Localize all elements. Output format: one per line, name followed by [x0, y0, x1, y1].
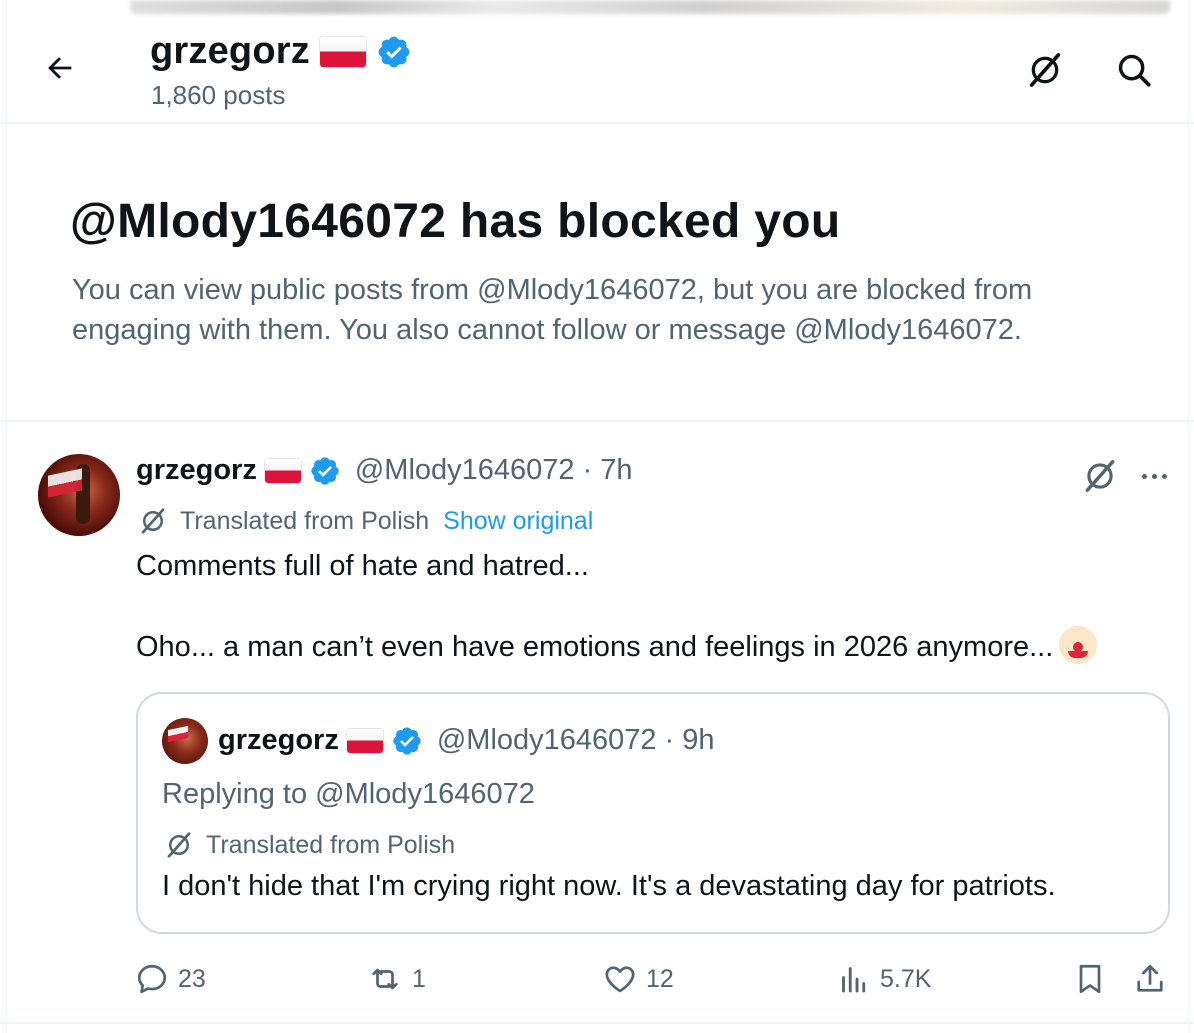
share-icon [1137, 964, 1163, 992]
more-dot-icon [1141, 473, 1147, 479]
post-actions: 23 1 12 5.7K [0, 954, 1194, 1004]
translate-icon [141, 508, 165, 534]
verified-badge-icon[interactable] [391, 725, 423, 757]
verified-badge-icon[interactable] [309, 455, 341, 487]
quoted-timestamp[interactable]: 9h [682, 724, 714, 757]
translate-button[interactable] [1020, 48, 1070, 92]
clown-face-icon [1059, 626, 1098, 664]
repost-button[interactable]: 1 [366, 954, 426, 1004]
post-handle[interactable]: @Mlody1646072 [355, 454, 575, 487]
quoted-translation-row: Translated from Polish [164, 830, 455, 860]
post-translate-button[interactable] [1078, 454, 1122, 498]
translate-icon [167, 832, 191, 858]
post-timestamp[interactable]: 7h [600, 454, 632, 487]
heart-icon [605, 966, 635, 993]
header-name-row: grzegorz [150, 30, 412, 73]
header-display-name: grzegorz [150, 30, 310, 72]
quoted-avatar[interactable] [162, 718, 208, 764]
views-button[interactable]: 5.7K [836, 954, 931, 1004]
quoted-handle[interactable]: @Mlody1646072 [437, 724, 657, 757]
like-button[interactable]: 12 [602, 954, 674, 1004]
search-icon [1118, 54, 1151, 87]
poland-flag-icon [346, 728, 383, 753]
translation-row: Translated from Polish Show original [138, 506, 593, 536]
back-button[interactable] [36, 48, 84, 88]
more-dot-icon [1161, 473, 1167, 479]
translate-icon [1085, 460, 1115, 492]
blocked-description: You can view public posts from @Mlody164… [72, 274, 1033, 346]
post-text-line: Comments full of hate and hatred... [136, 550, 589, 582]
post-text: Comments full of hate and hatred... Oho.… [136, 546, 1166, 667]
views-chart-icon [842, 967, 866, 993]
header-posts-count: 1,860 posts [151, 80, 286, 110]
like-count: 12 [646, 964, 674, 993]
views-count: 5.7K [880, 964, 932, 993]
repost-count: 1 [412, 964, 426, 993]
post-display-name[interactable]: grzegorz [136, 454, 257, 487]
blocked-title: @Mlody1646072 has blocked you [70, 195, 841, 248]
avatar[interactable] [38, 454, 120, 536]
poland-flag-icon [319, 36, 366, 67]
bookmark-icon [1079, 964, 1101, 994]
post-text-line-content: Oho... a man can’t even have emotions an… [136, 631, 1054, 663]
quoted-post[interactable]: grzegorz @Mlody1646072 · 9h Replying to … [136, 692, 1170, 934]
profile-header: grzegorz 1,860 posts [0, 0, 1194, 124]
replying-to: Replying to @Mlody1646072 [162, 778, 535, 810]
post[interactable]: grzegorz @Mlody1646072 · 7h Translated f… [0, 424, 1194, 1024]
share-button[interactable] [1132, 954, 1168, 1004]
timeline-right-border [1188, 0, 1189, 1033]
quoted-separator: · [664, 724, 675, 756]
search-button[interactable] [1108, 46, 1160, 94]
post-header: grzegorz @Mlody1646072 · 7h [136, 454, 632, 487]
post-text-line: Oho... a man can’t even have emotions an… [136, 626, 1166, 667]
reply-button[interactable]: 23 [134, 954, 206, 1004]
quoted-display-name[interactable]: grzegorz [218, 724, 339, 757]
bookmark-button[interactable] [1072, 954, 1108, 1004]
back-arrow-icon [48, 57, 72, 79]
divider [0, 1022, 1194, 1024]
post-separator: · [582, 454, 593, 486]
quoted-text: I don't hide that I'm crying right now. … [162, 870, 1056, 902]
quoted-header: grzegorz @Mlody1646072 · 9h [218, 724, 714, 757]
quoted-translated-label: Translated from Polish [206, 830, 456, 859]
repost-icon [372, 968, 398, 990]
verified-badge-icon[interactable] [376, 34, 412, 70]
more-options-button[interactable] [1132, 458, 1176, 494]
more-dot-icon [1151, 473, 1157, 479]
timeline-left-border [6, 0, 7, 1033]
reply-count: 23 [178, 964, 206, 993]
translated-label: Translated from Polish [180, 506, 430, 535]
poland-flag-icon [264, 458, 301, 483]
blocked-notice: @Mlody1646072 has blocked you You can vi… [0, 124, 1194, 422]
show-original-link[interactable]: Show original [443, 507, 593, 536]
reply-icon [137, 964, 167, 994]
translate-icon [1029, 53, 1061, 87]
